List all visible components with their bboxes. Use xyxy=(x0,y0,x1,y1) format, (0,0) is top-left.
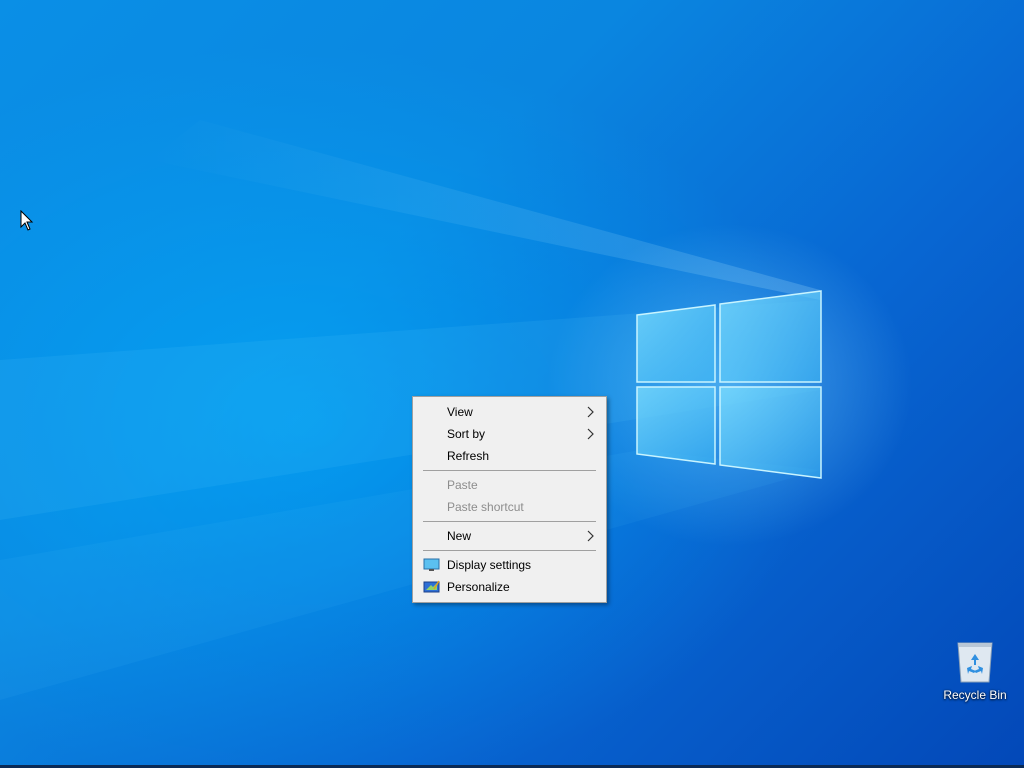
menu-item-sort-by[interactable]: Sort by xyxy=(415,423,604,445)
mouse-pointer-icon xyxy=(20,210,34,231)
chevron-right-icon xyxy=(587,428,594,440)
menu-item-paste-shortcut[interactable]: Paste shortcut xyxy=(415,496,604,518)
menu-item-refresh[interactable]: Refresh xyxy=(415,445,604,467)
menu-item-label: Refresh xyxy=(447,449,490,463)
menu-item-new[interactable]: New xyxy=(415,525,604,547)
desktop-icon-label: Recycle Bin xyxy=(943,688,1007,702)
menu-item-label: View xyxy=(447,405,473,419)
menu-item-paste[interactable]: Paste xyxy=(415,474,604,496)
chevron-right-icon xyxy=(587,406,594,418)
chevron-right-icon xyxy=(587,530,594,542)
desktop[interactable]: View Sort by Refresh Paste Paste shortcu… xyxy=(0,0,1024,768)
recycle-bin-icon xyxy=(957,642,993,683)
menu-separator xyxy=(423,470,596,471)
desktop-icon-recycle-bin[interactable]: Recycle Bin xyxy=(938,636,1012,706)
menu-item-label: Paste shortcut xyxy=(447,500,524,514)
wallpaper-light-beams xyxy=(0,120,820,700)
menu-item-label: Sort by xyxy=(447,427,486,441)
menu-item-label: New xyxy=(447,529,472,543)
menu-item-display-settings[interactable]: Display settings xyxy=(415,554,604,576)
menu-item-personalize[interactable]: Personalize xyxy=(415,576,604,598)
menu-item-view[interactable]: View xyxy=(415,401,604,423)
menu-item-label: Personalize xyxy=(447,580,510,594)
menu-separator xyxy=(423,521,596,522)
menu-item-label: Paste xyxy=(447,478,478,492)
menu-item-label: Display settings xyxy=(447,558,532,572)
display-settings-icon xyxy=(423,558,440,571)
windows-logo-wallpaper xyxy=(636,290,822,479)
menu-separator xyxy=(423,550,596,551)
personalize-icon xyxy=(423,580,440,593)
desktop-context-menu: View Sort by Refresh Paste Paste shortcu… xyxy=(412,396,607,603)
